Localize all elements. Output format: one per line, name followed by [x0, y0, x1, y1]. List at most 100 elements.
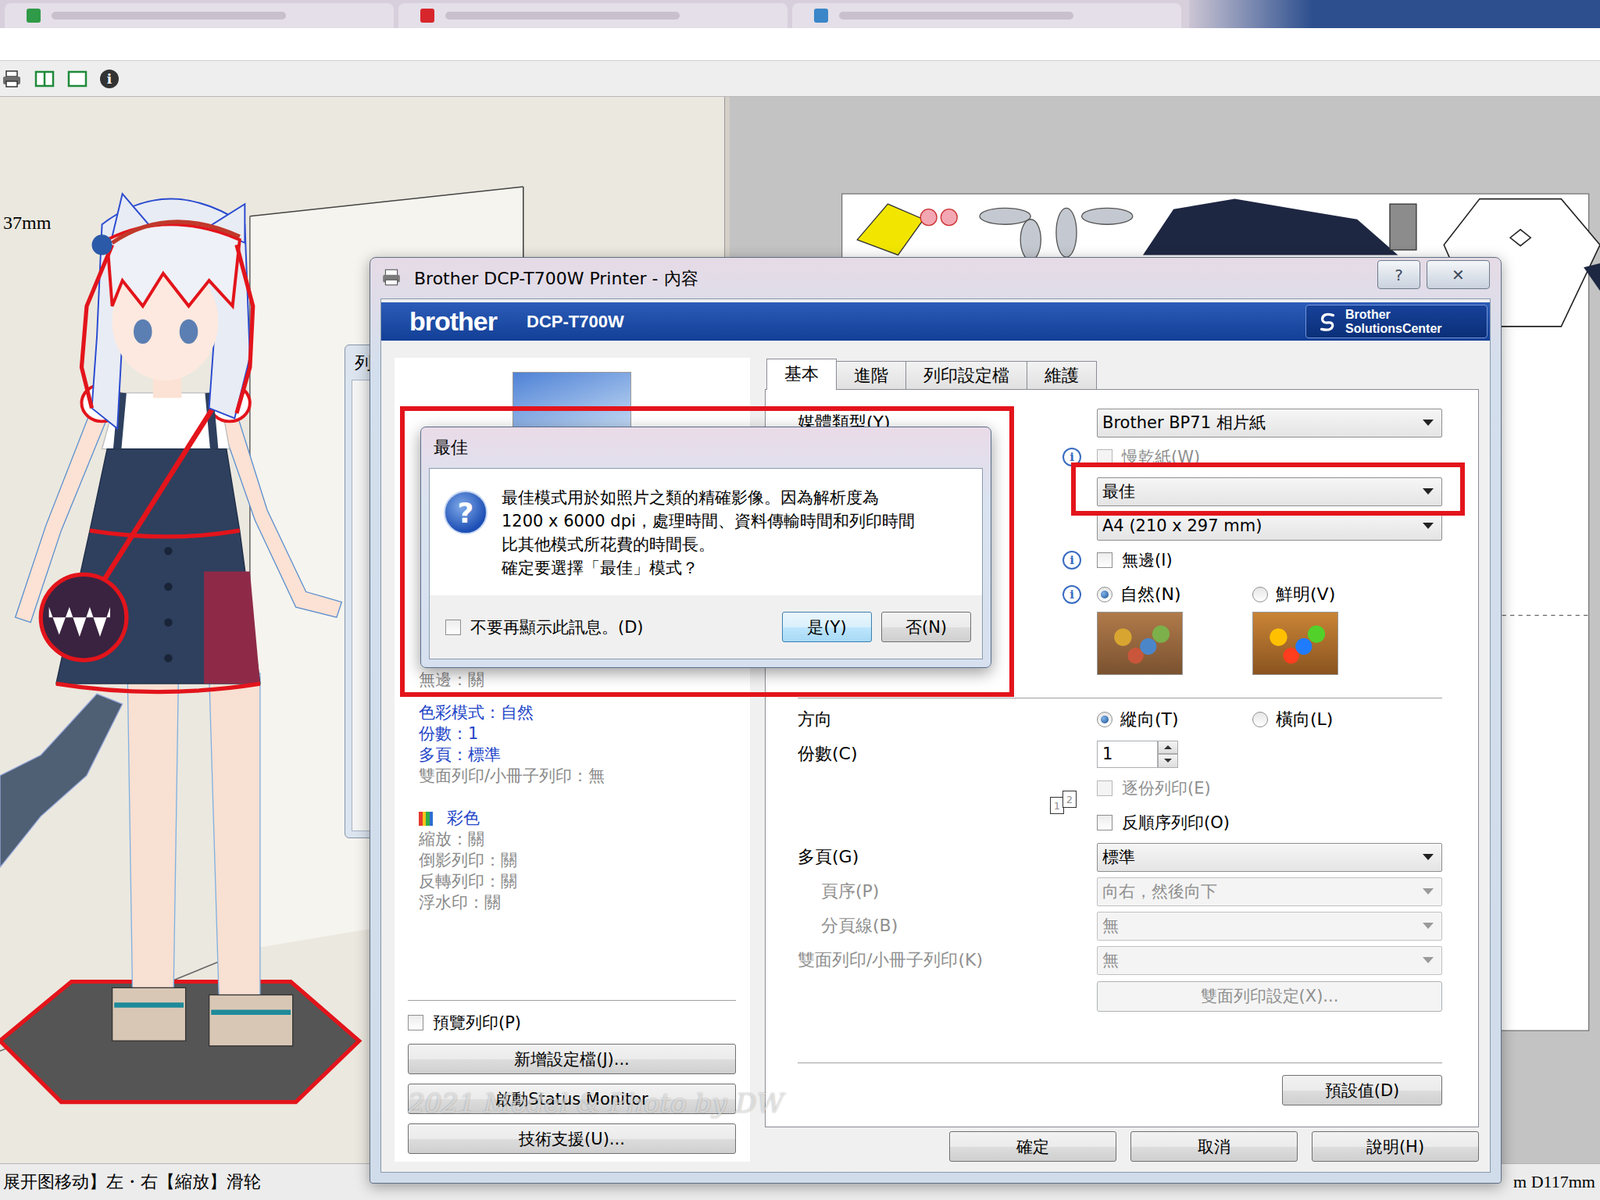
- duplex-settings-button[interactable]: 雙面列印設定(X)...: [1096, 981, 1443, 1012]
- summary-line: 多頁：標準: [418, 744, 736, 766]
- separator: [797, 697, 1443, 700]
- footer-button[interactable]: 取消: [1130, 1131, 1298, 1162]
- browser-tab[interactable]: [398, 3, 788, 29]
- printer-icon: [381, 267, 402, 288]
- menu-strip: [0, 28, 1600, 61]
- setting-row: 雙面列印設定(X)...: [797, 977, 1443, 1015]
- title-bar[interactable]: Brother DCP-T700W Printer - 內容 ? ✕: [370, 257, 1501, 299]
- color-sample-image: [1252, 611, 1339, 675]
- summary-line: 縮放：關: [418, 828, 736, 850]
- color-icon: [418, 811, 433, 826]
- setting-row: 多頁(G) 標準: [797, 839, 1443, 875]
- summary-line: 份數：1: [418, 723, 736, 745]
- footer-button[interactable]: 確定: [949, 1131, 1117, 1162]
- split-view-icon[interactable]: [34, 68, 55, 90]
- footer-button[interactable]: 說明(H): [1311, 1131, 1479, 1162]
- checkbox[interactable]: 無邊(I): [1096, 548, 1443, 572]
- setting-row: 反順序列印(O): [797, 805, 1443, 840]
- red-highlight-box: [400, 406, 1015, 697]
- confirm-message-box: 最佳 ? 最佳模式用於如照片之類的精確影像。因為解析度為1200 x 6000 …: [420, 426, 992, 668]
- browser-tab[interactable]: [792, 3, 1182, 29]
- setting-row: 方向 縱向(T)橫向(L): [797, 702, 1443, 737]
- status-size: m D117mm: [1513, 1171, 1596, 1193]
- message-text: 最佳模式用於如照片之類的精確影像。因為解析度為1200 x 6000 dpi，處…: [501, 485, 915, 580]
- dropdown[interactable]: 無: [1096, 946, 1443, 975]
- summary-line: 無邊：關: [418, 669, 736, 691]
- setting-label: 份數(C): [797, 742, 858, 766]
- setting-label: 多頁(G): [797, 845, 859, 869]
- tab-bar: 基本進階列印設定檔維護: [764, 357, 1479, 390]
- info-icon[interactable]: i: [1062, 550, 1082, 570]
- summary-line: 雙面列印/小冊子列印：無: [418, 765, 736, 787]
- dont-show-checkbox[interactable]: 不要再顯示此訊息。(D): [445, 615, 644, 640]
- setting-label: 頁序(P): [821, 879, 879, 904]
- printer-properties-dialog: Brother DCP-T700W Printer - 內容 ? ✕ broth…: [369, 257, 1502, 1184]
- print-icon[interactable]: [1, 68, 22, 90]
- message-title[interactable]: 最佳: [421, 427, 991, 468]
- radio-option[interactable]: 鮮明(V): [1252, 582, 1408, 607]
- tab[interactable]: 列印設定檔: [905, 360, 1028, 390]
- radio-option[interactable]: 自然(N): [1096, 582, 1253, 607]
- side-button[interactable]: 技術支援(U)...: [407, 1123, 736, 1154]
- checkbox[interactable]: 逐份列印(E): [1096, 776, 1443, 800]
- checkbox[interactable]: 反順序列印(O): [1096, 810, 1443, 835]
- dropdown[interactable]: 最佳: [1096, 477, 1443, 507]
- setting-label: 方向: [797, 707, 833, 732]
- favicon-icon: [814, 8, 829, 23]
- setting-row: 分頁線(B) 無: [797, 908, 1443, 943]
- question-icon: ?: [443, 490, 488, 535]
- collate-icon: 12: [1048, 789, 1082, 815]
- swirl-icon: [1317, 310, 1340, 333]
- tab[interactable]: 基本: [766, 358, 837, 390]
- setting-label: 雙面列印/小冊子列印(K): [797, 948, 983, 972]
- message-button[interactable]: 否(N): [881, 611, 972, 643]
- settings-summary: 無邊：關色彩模式：自然份數：1多頁：標準雙面列印/小冊子列印：無: [418, 669, 736, 787]
- radio-option[interactable]: 橫向(L): [1252, 707, 1408, 732]
- toolbar: i: [0, 60, 1600, 97]
- preview-print-checkbox[interactable]: 預覽列印(P): [407, 1010, 736, 1035]
- side-button[interactable]: 新增設定檔(J)...: [407, 1043, 736, 1075]
- solutions-center-button[interactable]: BrotherSolutionsCenter: [1305, 304, 1488, 339]
- info-icon[interactable]: i: [100, 69, 119, 89]
- favicon-icon: [26, 8, 41, 23]
- tab[interactable]: 維護: [1026, 360, 1097, 390]
- close-button[interactable]: ✕: [1426, 260, 1490, 290]
- setting-row: 雙面列印/小冊子列印(K) 無: [797, 942, 1443, 978]
- dropdown[interactable]: 無: [1096, 911, 1443, 941]
- dropdown[interactable]: 標準: [1096, 842, 1443, 872]
- dropdown[interactable]: A4 (210 x 297 mm): [1096, 511, 1443, 541]
- setting-row: 12 逐份列印(E): [797, 771, 1443, 806]
- watermark: 2021 Model & Photo by DW: [407, 1087, 784, 1119]
- summary-line: 浮水印：關: [418, 892, 736, 914]
- setting-row: 份數(C) 1: [797, 736, 1443, 772]
- info-icon[interactable]: i: [1062, 585, 1082, 604]
- summary-line: 反轉列印：關: [418, 871, 736, 893]
- color-sample-image: [1096, 611, 1183, 675]
- red-highlight-box: [1071, 462, 1465, 516]
- summary-line: 倒影列印：關: [418, 850, 736, 872]
- radio-option[interactable]: 縱向(T): [1096, 707, 1253, 732]
- message-button[interactable]: 是(Y): [782, 611, 872, 643]
- single-view-icon[interactable]: [67, 68, 88, 90]
- browser-tab[interactable]: [4, 3, 394, 29]
- defaults-button[interactable]: 預設值(D): [1282, 1075, 1443, 1106]
- color-summary: 彩色 縮放：關倒影列印：關反轉列印：關浮水印：關: [418, 807, 736, 914]
- brother-banner: brother DCP-T700W BrotherSolutionsCenter: [381, 302, 1490, 341]
- dialog-title: Brother DCP-T700W Printer - 內容: [414, 267, 699, 291]
- dimension-label: 37mm: [3, 212, 51, 234]
- copies-spinner[interactable]: 1: [1096, 740, 1443, 768]
- help-button[interactable]: ?: [1377, 260, 1421, 290]
- dropdown[interactable]: Brother BP71 相片紙: [1096, 408, 1443, 438]
- favicon-icon: [420, 8, 435, 23]
- browser-tab-strip: [0, 0, 1600, 29]
- dropdown[interactable]: 向右，然後向下: [1096, 877, 1443, 907]
- setting-label: 分頁線(B): [821, 914, 898, 938]
- screen: i 37mm 展开图移动】左・右【縮放】滑轮 m D117mm 列 Brothe…: [0, 0, 1600, 1200]
- status-hint: 展开图移动】左・右【縮放】滑轮: [3, 1170, 261, 1194]
- setting-row: 頁序(P) 向右，然後向下: [797, 874, 1443, 909]
- dialog-footer: 確定取消說明(H): [764, 1127, 1479, 1162]
- papercraft-figure: [0, 193, 360, 1103]
- tab[interactable]: 進階: [835, 360, 907, 390]
- model-name: DCP-T700W: [526, 311, 625, 333]
- summary-line: 色彩模式：自然: [418, 702, 736, 724]
